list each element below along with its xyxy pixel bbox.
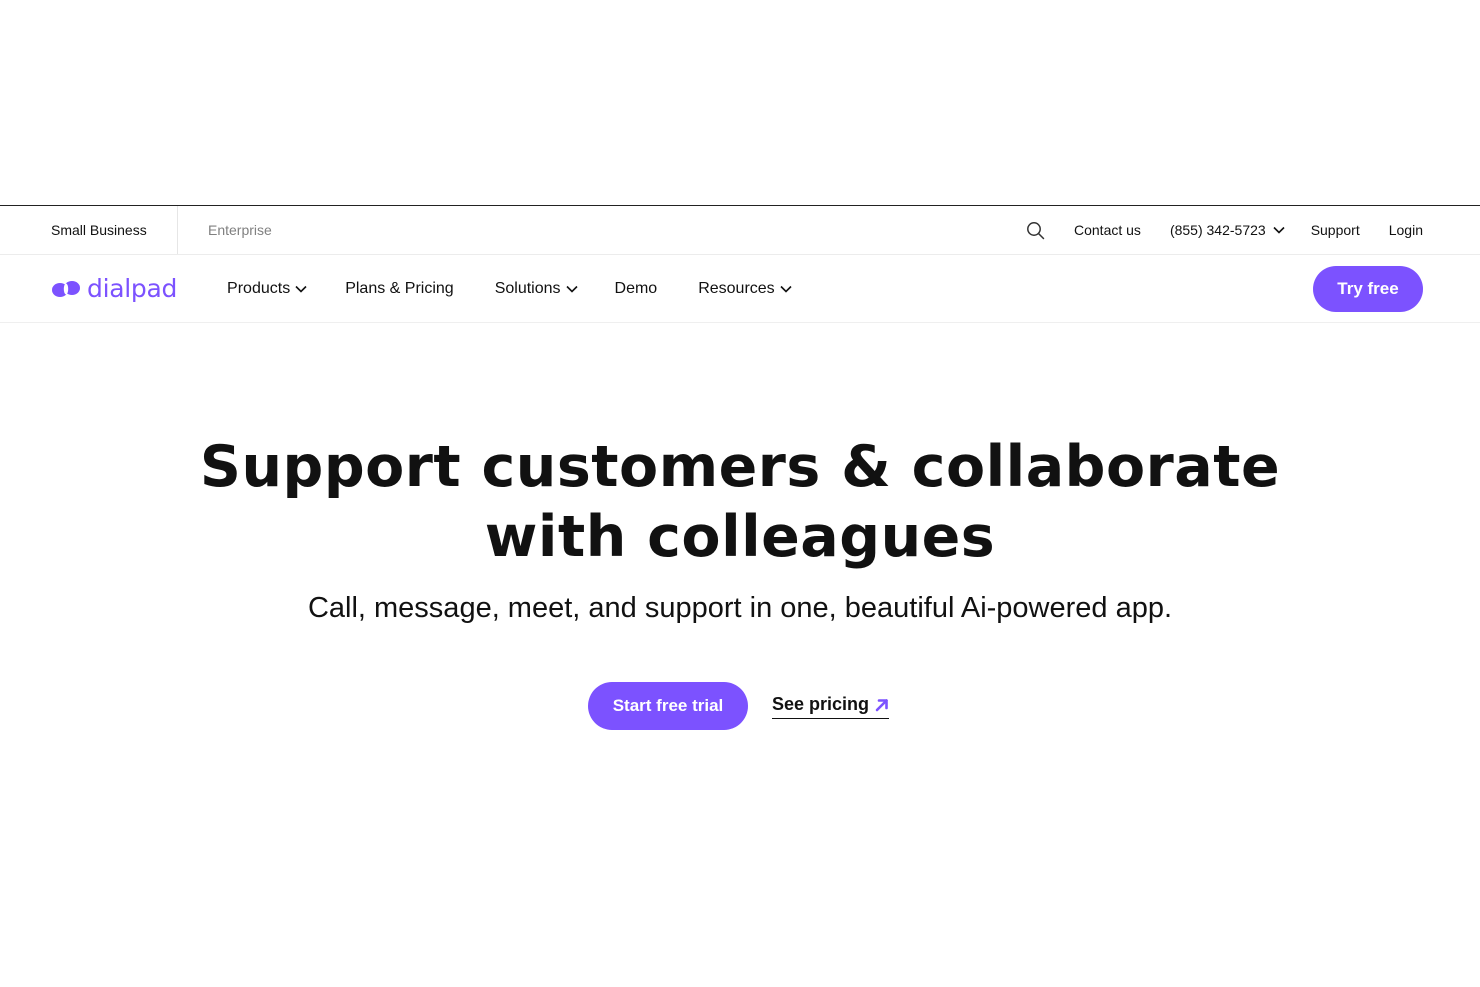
start-free-trial-button[interactable]: Start free trial xyxy=(588,682,748,730)
nav-item-plans-pricing[interactable]: Plans & Pricing xyxy=(345,280,454,298)
dialpad-logo[interactable]: dialpad xyxy=(51,274,177,303)
support-link[interactable]: Support xyxy=(1311,222,1360,238)
hero-title-line-1: Support customers & collaborate xyxy=(199,434,1281,500)
see-pricing-label: See pricing xyxy=(772,694,870,714)
utility-links: Contact us (855) 342-5723 Support Login xyxy=(1024,206,1480,254)
nav-item-label: Resources xyxy=(698,279,775,297)
nav-item-label: Demo xyxy=(614,279,658,297)
main-nav: dialpad Products Plans & Pricing Solutio… xyxy=(0,255,1480,323)
segment-tab-enterprise[interactable]: Enterprise xyxy=(178,206,272,254)
nav-item-label: Plans & Pricing xyxy=(345,279,454,297)
utility-bar: Small Business Enterprise Contact us (85… xyxy=(0,205,1480,255)
contact-us-link[interactable]: Contact us xyxy=(1074,222,1141,238)
hero-title-line-2: with colleagues xyxy=(484,504,996,570)
try-free-button[interactable]: Try free xyxy=(1313,266,1423,312)
hero-subtitle: Call, message, meet, and support in one,… xyxy=(307,592,1173,624)
arrow-up-right-icon xyxy=(875,698,888,711)
chevron-down-icon xyxy=(565,285,578,293)
nav-item-label: Solutions xyxy=(494,279,561,297)
chevron-down-icon xyxy=(780,285,792,293)
phone-number: (855) 342-5723 xyxy=(1169,222,1266,238)
search-icon[interactable] xyxy=(1024,219,1046,241)
hero-title: Support customers & collaborate with col… xyxy=(0,432,1480,572)
nav-item-products[interactable]: Products xyxy=(227,280,307,298)
segment-tab-small-business[interactable]: Small Business xyxy=(0,206,178,254)
logo-wordmark: dialpad xyxy=(87,274,178,303)
dialpad-logo-icon xyxy=(52,280,80,297)
chevron-down-icon xyxy=(1273,226,1285,234)
page: Small Business Enterprise Contact us (85… xyxy=(0,0,1480,987)
phone-dropdown[interactable]: (855) 342-5723 xyxy=(1170,222,1285,238)
segment-tabs: Small Business Enterprise xyxy=(0,206,272,254)
hero-cta-row: Start free trial See pricing xyxy=(0,682,1480,730)
chevron-down-icon xyxy=(295,285,307,293)
login-link[interactable]: Login xyxy=(1389,222,1423,238)
nav-items: Products Plans & Pricing Solutions Demo … xyxy=(227,280,792,298)
nav-item-label: Products xyxy=(227,279,291,297)
nav-item-demo[interactable]: Demo xyxy=(615,280,658,298)
nav-item-resources[interactable]: Resources xyxy=(698,279,792,298)
see-pricing-link[interactable]: See pricing xyxy=(772,694,890,719)
nav-item-solutions[interactable]: Solutions xyxy=(495,280,578,298)
